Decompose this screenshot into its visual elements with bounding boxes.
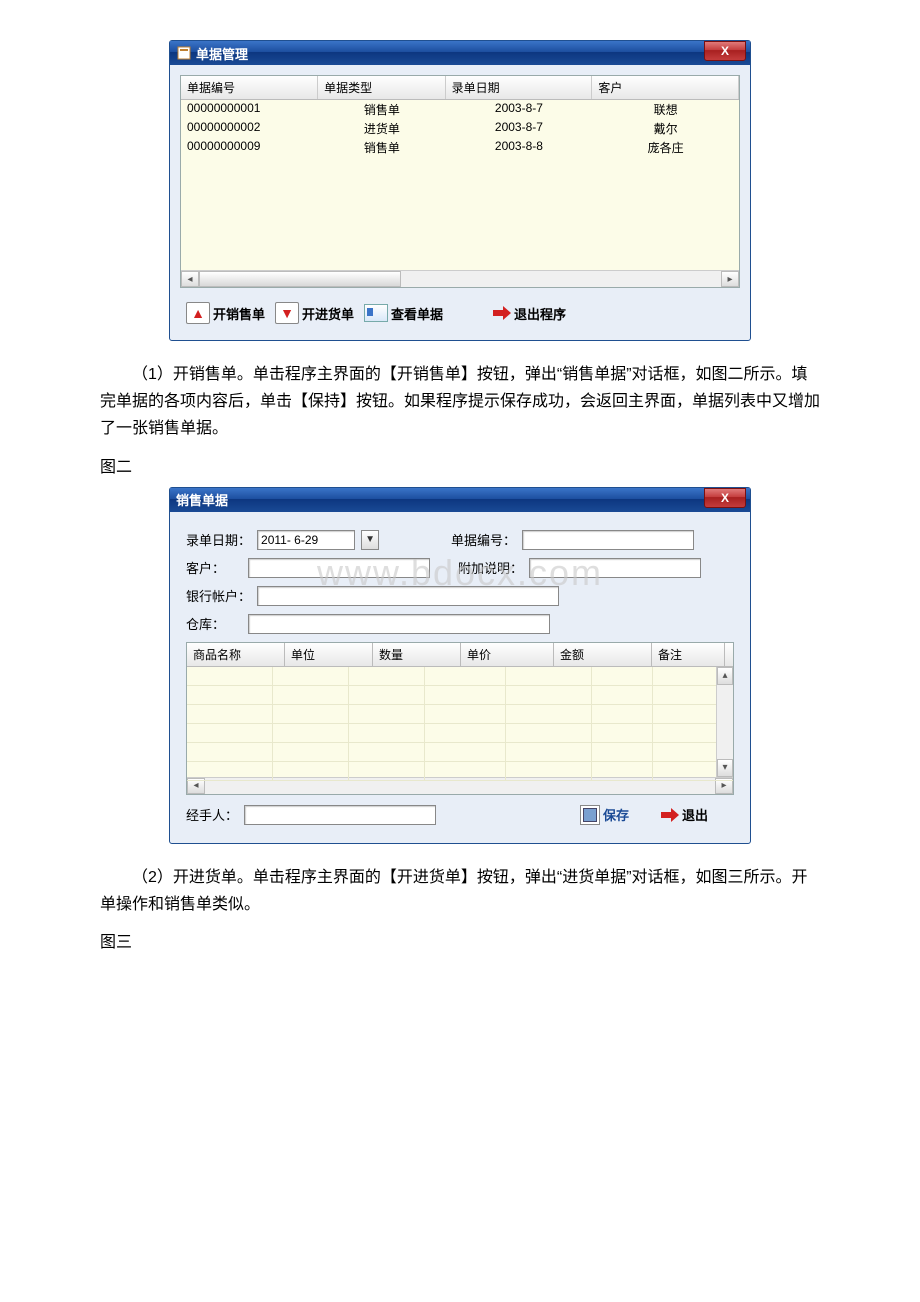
col-unit[interactable]: 单位 [285,643,373,666]
exit-icon [493,304,511,322]
bank-label: 银行帐户： [186,586,251,605]
col-type[interactable]: 单据类型 [318,76,446,99]
scroll-track[interactable] [717,685,733,759]
exit-label: 退出 [682,805,708,824]
col-product[interactable]: 商品名称 [187,643,285,666]
grid-header: 商品名称 单位 数量 单价 金额 备注 [187,643,733,667]
titlebar: 单据管理 X [170,41,750,65]
arrow-up-icon: ▲ [186,302,210,324]
toolbar: ▲ 开销售单 ▼ 开进货单 查看单据 退出程序 [180,302,740,330]
close-button[interactable]: X [704,41,746,61]
cell-type: 销售单 [318,100,445,119]
col-qty[interactable]: 数量 [373,643,461,666]
vertical-scrollbar[interactable]: ▴ ▾ [716,667,733,777]
app-icon [176,45,192,61]
date-field[interactable]: 2011- 6-29 [257,530,355,550]
save-button[interactable]: 保存 [580,805,629,825]
col-remark[interactable]: 备注 [652,643,725,666]
col-date[interactable]: 录单日期 [446,76,593,99]
cell-cust: 庞各庄 [592,138,739,157]
extra-label: 附加说明： [458,558,523,577]
cell-date: 2003-8-7 [446,100,593,119]
customer-label: 客户： [186,558,242,577]
cell-date: 2003-8-8 [446,138,593,157]
figure-caption-2: 图二 [100,453,820,477]
scroll-down-icon[interactable]: ▾ [717,759,733,777]
scroll-thumb[interactable] [199,271,401,287]
close-button[interactable]: X [704,488,746,508]
cell-type: 进货单 [318,119,445,138]
scroll-left-icon[interactable]: ◂ [181,271,199,287]
exit-button[interactable]: 退出 [661,805,708,824]
open-purchase-label: 开进货单 [302,304,354,323]
date-dropdown-icon[interactable]: ▼ [361,530,379,550]
paragraph-1: （1）开销售单。单击程序主界面的【开销售单】按钮，弹出“销售单据”对话框，如图二… [100,361,820,443]
window-body: www.bdocx.com 录单日期： 2011- 6-29 ▼ 单据编号： 客… [170,512,750,843]
bill-manage-window: 单据管理 X 单据编号 单据类型 录单日期 客户 00000000001 销售单… [169,40,751,341]
customer-field[interactable] [248,558,430,578]
cell-cust: 戴尔 [592,119,739,138]
store-field[interactable] [248,614,550,634]
open-sale-label: 开销售单 [213,304,265,323]
extra-field[interactable] [529,558,701,578]
figure-caption-3: 图三 [100,928,820,952]
bill-list[interactable]: 单据编号 单据类型 录单日期 客户 00000000001 销售单 2003-8… [180,75,740,288]
sale-bill-window: 销售单据 X www.bdocx.com 录单日期： 2011- 6-29 ▼ … [169,487,751,844]
window-title: 销售单据 [176,490,228,509]
paragraph-2: （2）开进货单。单击程序主界面的【开进货单】按钮，弹出“进货单据”对话框，如图三… [100,864,820,918]
save-icon [580,805,600,825]
list-rows: 00000000001 销售单 2003-8-7 联想 00000000002 … [181,100,739,270]
cell-id: 00000000001 [181,100,318,119]
scroll-track[interactable] [401,271,721,287]
titlebar: 销售单据 X [170,488,750,512]
list-row[interactable]: 00000000001 销售单 2003-8-7 联想 [181,100,739,119]
handler-field[interactable] [244,805,436,825]
col-price[interactable]: 单价 [461,643,554,666]
cell-id: 00000000002 [181,119,318,138]
cell-cust: 联想 [592,100,739,119]
date-label: 录单日期： [186,530,251,549]
exit-label: 退出程序 [514,304,566,323]
view-bill-button[interactable]: 查看单据 [364,304,443,323]
window-body: 单据编号 单据类型 录单日期 客户 00000000001 销售单 2003-8… [170,65,750,340]
col-customer[interactable]: 客户 [592,76,739,99]
exit-icon [661,806,679,824]
list-row[interactable]: 00000000002 进货单 2003-8-7 戴尔 [181,119,739,138]
view-bill-label: 查看单据 [391,304,443,323]
bank-field[interactable] [257,586,559,606]
date-value: 2011- 6-29 [261,533,318,547]
save-label: 保存 [603,805,629,824]
handler-label: 经手人： [186,805,238,824]
exit-button[interactable]: 退出程序 [493,304,566,323]
col-id[interactable]: 单据编号 [181,76,318,99]
cell-type: 销售单 [318,138,445,157]
card-icon [364,304,388,322]
id-label: 单据编号： [451,530,516,549]
cell-id: 00000000009 [181,138,318,157]
scroll-right-icon[interactable]: ▸ [721,271,739,287]
open-sale-button[interactable]: ▲ 开销售单 [186,302,265,324]
open-purchase-button[interactable]: ▼ 开进货单 [275,302,354,324]
id-field[interactable] [522,530,694,550]
window-title: 单据管理 [196,44,248,63]
item-grid[interactable]: 商品名称 单位 数量 单价 金额 备注 ▴ ▾ [186,642,734,795]
grid-body: ▴ ▾ [187,667,733,777]
cell-date: 2003-8-7 [446,119,593,138]
arrow-down-icon: ▼ [275,302,299,324]
scroll-up-icon[interactable]: ▴ [717,667,733,685]
col-amount[interactable]: 金额 [554,643,652,666]
list-header: 单据编号 单据类型 录单日期 客户 [181,76,739,100]
store-label: 仓库： [186,614,242,633]
horizontal-scrollbar[interactable]: ◂ ▸ [181,270,739,287]
list-row[interactable]: 00000000009 销售单 2003-8-8 庞各庄 [181,138,739,157]
